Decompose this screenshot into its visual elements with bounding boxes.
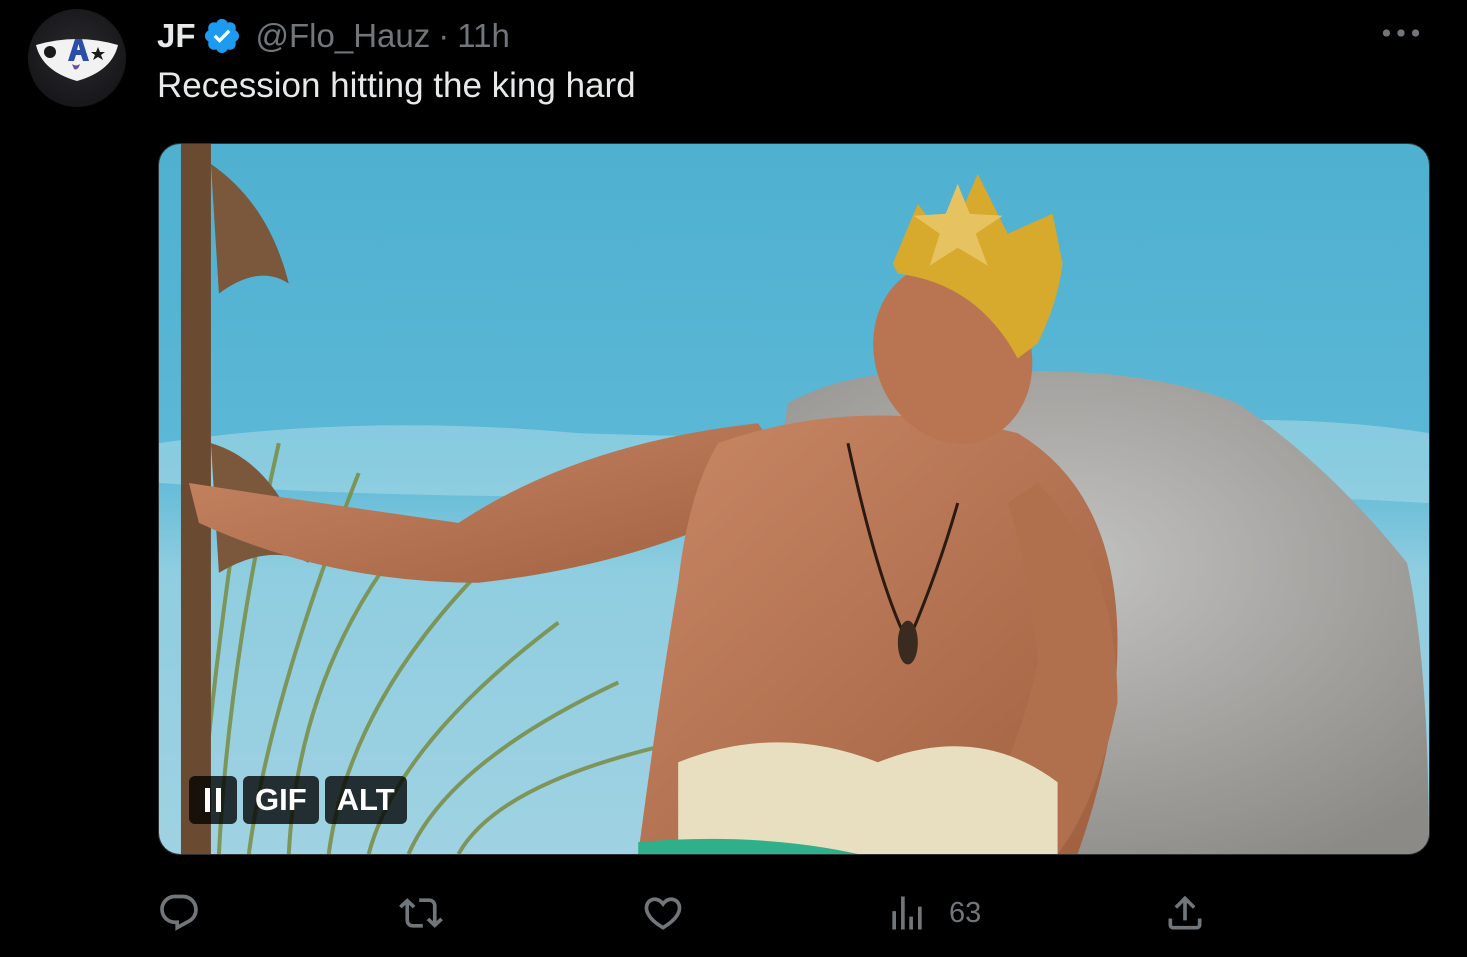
timestamp[interactable]: 11h xyxy=(457,17,510,55)
analytics-icon xyxy=(892,896,922,930)
reply-button[interactable] xyxy=(157,888,201,938)
gif-image xyxy=(159,144,1429,854)
pause-button[interactable] xyxy=(189,776,237,824)
like-button[interactable] xyxy=(641,888,685,938)
retweet-icon xyxy=(399,898,443,928)
author-name[interactable]: JF xyxy=(157,17,196,55)
separator-dot: · xyxy=(438,17,450,54)
gif-badge: GIF xyxy=(243,776,319,824)
alt-text-button[interactable]: ALT xyxy=(324,776,407,824)
verified-badge-icon xyxy=(202,16,242,56)
tweet-actions: 63 xyxy=(157,888,1217,938)
tweet-header: JF @Flo_Hauz · 11h xyxy=(157,14,510,58)
more-options-button[interactable] xyxy=(1379,18,1423,48)
views-button[interactable]: 63 xyxy=(885,888,981,938)
views-count: 63 xyxy=(949,896,982,929)
author-handle[interactable]: @Flo_Hauz xyxy=(256,17,431,55)
share-icon xyxy=(1168,895,1202,930)
more-dots-icon xyxy=(1382,29,1420,37)
share-button[interactable] xyxy=(1163,888,1207,938)
gif-media[interactable]: GIF ALT xyxy=(158,143,1430,855)
avatar[interactable] xyxy=(28,9,126,107)
avatar-logo xyxy=(36,39,118,81)
media-controls: GIF ALT xyxy=(189,776,407,824)
retweet-button[interactable] xyxy=(399,888,443,938)
pause-icon xyxy=(205,788,221,812)
reply-icon xyxy=(160,894,198,931)
heart-icon xyxy=(644,897,682,930)
tweet-text: Recession hitting the king hard xyxy=(157,66,636,105)
tweet[interactable]: JF @Flo_Hauz · 11h Recession hitting the… xyxy=(0,0,1467,957)
